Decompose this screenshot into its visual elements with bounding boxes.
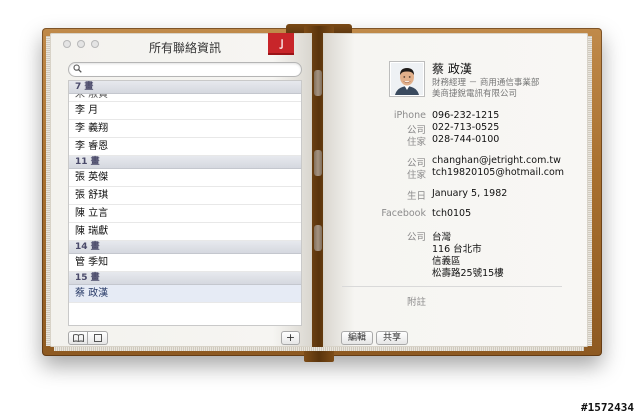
contact-row[interactable]: 陳 瑞獻 [69, 223, 301, 241]
bookmark-person-icon: 亅 [277, 40, 287, 51]
page-ring [314, 225, 322, 251]
page-title: 所有聯絡資訊 [148, 41, 221, 55]
section-header: 11 畫 [69, 156, 301, 169]
contact-row[interactable]: 張 舒琪 [69, 187, 301, 205]
section-header: 14 畫 [69, 241, 301, 254]
search-icon [73, 64, 82, 76]
field-label: Facebook [381, 208, 426, 219]
page-edge-bottom [54, 347, 584, 351]
field-value[interactable]: 022-713-0525 [432, 122, 499, 133]
contact-row[interactable]: 張 英傑 [69, 169, 301, 187]
window-controls [63, 40, 99, 48]
page-ring [314, 70, 322, 96]
minimize-button[interactable] [77, 40, 85, 48]
contact-row[interactable]: 李 睿恩 [69, 138, 301, 156]
search-field[interactable] [68, 62, 302, 77]
share-button[interactable]: 共享 [376, 331, 409, 345]
contact-name: 蔡 政漢 [432, 62, 472, 76]
view-toggle [68, 331, 108, 345]
search-input[interactable] [85, 63, 285, 75]
field-value[interactable]: tch19820105@hotmail.com [432, 167, 564, 178]
notes-divider [342, 286, 562, 287]
contact-row[interactable]: 陳 立言 [69, 205, 301, 223]
field-label: iPhone [393, 110, 426, 121]
zoom-button[interactable] [91, 40, 99, 48]
page-ring [314, 150, 322, 176]
contact-row[interactable]: 管 季知 [69, 254, 301, 272]
contact-row[interactable]: 蔡 政漢 [69, 285, 301, 303]
field-label: 公司 [406, 232, 426, 243]
close-button[interactable] [63, 40, 71, 48]
field-label: 住家 [406, 137, 426, 148]
contact-row[interactable]: 李 義翔 [69, 120, 301, 138]
address-line[interactable]: 松壽路25號15樓 [432, 265, 504, 279]
contact-list[interactable]: 7 畫宋 淑貞李 月李 義翔李 睿恩 11 畫張 英傑張 舒琪陳 立言陳 瑞獻 14… [68, 80, 302, 326]
company-name: 美商捷銳電訊有限公司 [432, 89, 518, 99]
card-only-view-button[interactable] [88, 331, 108, 345]
field-value[interactable]: changhan@jetright.com.tw [432, 155, 561, 166]
field-value[interactable]: January 5, 1982 [432, 188, 507, 199]
section-header: 7 畫 [69, 81, 301, 94]
watermark: #1572434 [581, 401, 634, 414]
open-book-icon [72, 334, 84, 342]
field-value[interactable]: 096-232-1215 [432, 110, 499, 121]
field-value[interactable]: tch0105 [432, 208, 471, 219]
page-edge-right [588, 36, 592, 346]
contact-row[interactable]: 宋 淑貞 [69, 94, 301, 102]
field-label: 生日 [406, 191, 426, 202]
single-card-icon [93, 334, 102, 342]
section-header: 15 畫 [69, 272, 301, 285]
card-and-list-view-button[interactable] [68, 331, 88, 345]
contact-row[interactable]: 李 月 [69, 102, 301, 120]
add-contact-button[interactable]: + [281, 331, 300, 345]
contact-photo[interactable] [389, 61, 425, 97]
field-value[interactable]: 028-744-0100 [432, 134, 499, 145]
field-label: 住家 [406, 170, 426, 181]
edit-button[interactable]: 編輯 [341, 331, 374, 345]
notes-label: 附註 [406, 297, 426, 308]
